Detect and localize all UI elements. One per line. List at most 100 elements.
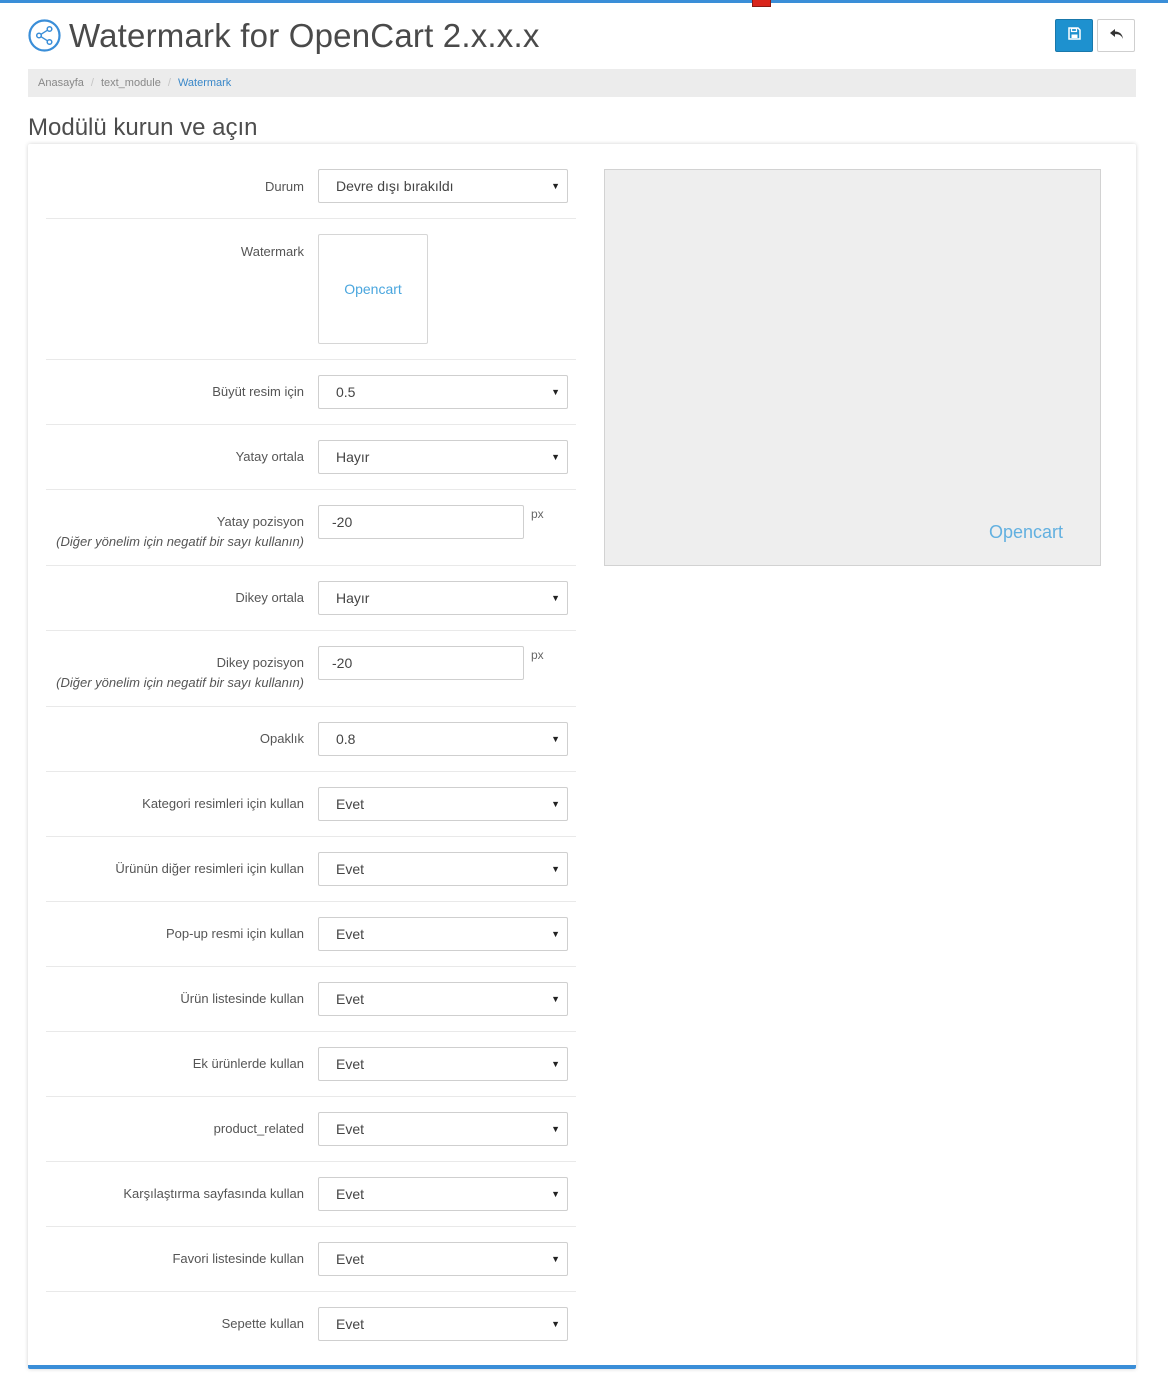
chevron-down-icon: ▼ (551, 864, 560, 874)
cart-select-value: Evet (336, 1316, 365, 1332)
breadcrumb: Anasayfa / text_module / Watermark (28, 69, 1136, 97)
product-related-select[interactable]: Evet ▼ (318, 1112, 568, 1146)
product-other-images-label: Ürünün diğer resimleri için kullan (115, 861, 304, 876)
form-row-product-other-images: Ürünün diğer resimleri için kullan Evet … (46, 837, 576, 902)
chevron-down-icon: ▼ (551, 593, 560, 603)
cart-select[interactable]: Evet ▼ (318, 1307, 568, 1341)
chevron-down-icon: ▼ (551, 1189, 560, 1199)
chevron-down-icon: ▼ (551, 1254, 560, 1264)
h-position-label-text: Yatay pozisyon (216, 514, 304, 529)
scale-select[interactable]: 0.5 ▼ (318, 375, 568, 409)
status-select-value: Devre dışı bırakıldı (336, 178, 454, 194)
form-row-status: Durum Devre dışı bırakıldı ▼ (46, 154, 576, 219)
status-select[interactable]: Devre dışı bırakıldı ▼ (318, 169, 568, 203)
share-icon (28, 19, 61, 52)
status-label: Durum (264, 179, 304, 194)
chevron-down-icon: ▼ (551, 452, 560, 462)
settings-panel: Durum Devre dışı bırakıldı ▼ Watermark O… (28, 144, 1136, 1369)
product-list-select[interactable]: Evet ▼ (318, 982, 568, 1016)
watermark-image-text: Opencart (344, 281, 402, 297)
floppy-disk-icon (1067, 26, 1081, 45)
breadcrumb-item-module[interactable]: text_module (101, 77, 161, 89)
back-button[interactable] (1097, 19, 1135, 52)
settings-form: Durum Devre dışı bırakıldı ▼ Watermark O… (46, 154, 576, 1357)
h-position-label: Yatay pozisyon (Diğer yönelim için negat… (56, 514, 304, 549)
v-position-label-text: Dikey pozisyon (216, 655, 304, 670)
page-header: Watermark for OpenCart 2.x.x.x (28, 16, 1138, 60)
compare-page-label: Karşılaştırma sayfasında kullan (123, 1186, 304, 1201)
preview-watermark-text: Opencart (988, 522, 1063, 542)
h-center-select-value: Hayır (336, 449, 370, 465)
opacity-select[interactable]: 0.8 ▼ (318, 722, 568, 756)
product-other-images-select-value: Evet (336, 861, 365, 877)
form-row-opacity: Opaklık 0.8 ▼ (46, 707, 576, 772)
breadcrumb-separator: / (90, 77, 94, 89)
h-center-label: Yatay ortala (235, 449, 304, 464)
form-row-cart: Sepette kullan Evet ▼ (46, 1292, 576, 1357)
form-row-compare-page: Karşılaştırma sayfasında kullan Evet ▼ (46, 1162, 576, 1227)
category-images-label: Kategori resimleri için kullan (142, 796, 304, 811)
category-images-select[interactable]: Evet ▼ (318, 787, 568, 821)
chevron-down-icon: ▼ (551, 1319, 560, 1329)
popup-image-label: Pop-up resmi için kullan (165, 926, 304, 941)
breadcrumb-separator: / (167, 77, 171, 89)
reply-arrow-icon (1109, 27, 1124, 45)
chevron-down-icon: ▼ (551, 181, 560, 191)
wishlist-select[interactable]: Evet ▼ (318, 1242, 568, 1276)
scale-label: Büyüt resim için (212, 384, 304, 399)
v-center-select-value: Hayır (336, 590, 370, 606)
h-center-select[interactable]: Hayır ▼ (318, 440, 568, 474)
additional-products-label: Ek ürünlerde kullan (192, 1056, 304, 1071)
h-position-help: (Diğer yönelim için negatif bir sayı kul… (56, 534, 304, 549)
form-row-product-related: product_related Evet ▼ (46, 1097, 576, 1162)
watermark-image-upload[interactable]: Opencart (318, 234, 428, 344)
chevron-down-icon: ▼ (551, 1059, 560, 1069)
form-row-category-images: Kategori resimleri için kullan Evet ▼ (46, 772, 576, 837)
breadcrumb-item-home[interactable]: Anasayfa (38, 77, 84, 89)
v-position-help: (Diğer yönelim için negatif bir sayı kul… (56, 675, 304, 690)
product-related-select-value: Evet (336, 1121, 365, 1137)
top-marker (752, 0, 771, 7)
h-position-input[interactable]: -20 (318, 505, 524, 539)
popup-image-select-value: Evet (336, 926, 365, 942)
v-position-unit: px (531, 648, 544, 662)
v-center-label: Dikey ortala (235, 590, 304, 605)
form-row-wishlist: Favori listesinde kullan Evet ▼ (46, 1227, 576, 1292)
form-row-h-position: Yatay pozisyon (Diğer yönelim için negat… (46, 490, 576, 566)
chevron-down-icon: ▼ (551, 799, 560, 809)
form-row-additional-products: Ek ürünlerde kullan Evet ▼ (46, 1032, 576, 1097)
scale-select-value: 0.5 (336, 384, 356, 400)
opacity-select-value: 0.8 (336, 731, 356, 747)
save-button[interactable] (1055, 19, 1093, 52)
form-row-popup-image: Pop-up resmi için kullan Evet ▼ (46, 902, 576, 967)
v-position-input-value: -20 (332, 655, 353, 671)
chevron-down-icon: ▼ (551, 994, 560, 1004)
product-other-images-select[interactable]: Evet ▼ (318, 852, 568, 886)
cart-label: Sepette kullan (221, 1316, 304, 1331)
watermark-label: Watermark (240, 244, 304, 259)
category-images-select-value: Evet (336, 796, 365, 812)
popup-image-select[interactable]: Evet ▼ (318, 917, 568, 951)
form-row-v-center: Dikey ortala Hayır ▼ (46, 566, 576, 631)
additional-products-select[interactable]: Evet ▼ (318, 1047, 568, 1081)
form-row-h-center: Yatay ortala Hayır ▼ (46, 425, 576, 490)
wishlist-label: Favori listesinde kullan (172, 1251, 304, 1266)
v-center-select[interactable]: Hayır ▼ (318, 581, 568, 615)
h-position-input-value: -20 (332, 514, 353, 530)
chevron-down-icon: ▼ (551, 1124, 560, 1134)
product-list-select-value: Evet (336, 991, 365, 1007)
compare-page-select-value: Evet (336, 1186, 365, 1202)
page-title: Watermark for OpenCart 2.x.x.x (69, 17, 540, 54)
v-position-input[interactable]: -20 (318, 646, 524, 680)
watermark-preview: Opencart (604, 169, 1101, 566)
chevron-down-icon: ▼ (551, 387, 560, 397)
chevron-down-icon: ▼ (551, 734, 560, 744)
additional-products-select-value: Evet (336, 1056, 365, 1072)
product-list-label: Ürün listesinde kullan (180, 991, 304, 1006)
compare-page-select[interactable]: Evet ▼ (318, 1177, 568, 1211)
form-row-v-position: Dikey pozisyon (Diğer yönelim için negat… (46, 631, 576, 707)
product-related-label: product_related (213, 1121, 304, 1136)
top-accent-line (0, 0, 1168, 3)
section-title: Modülü kurun ve açın (28, 114, 258, 141)
breadcrumb-item-watermark[interactable]: Watermark (178, 77, 231, 89)
